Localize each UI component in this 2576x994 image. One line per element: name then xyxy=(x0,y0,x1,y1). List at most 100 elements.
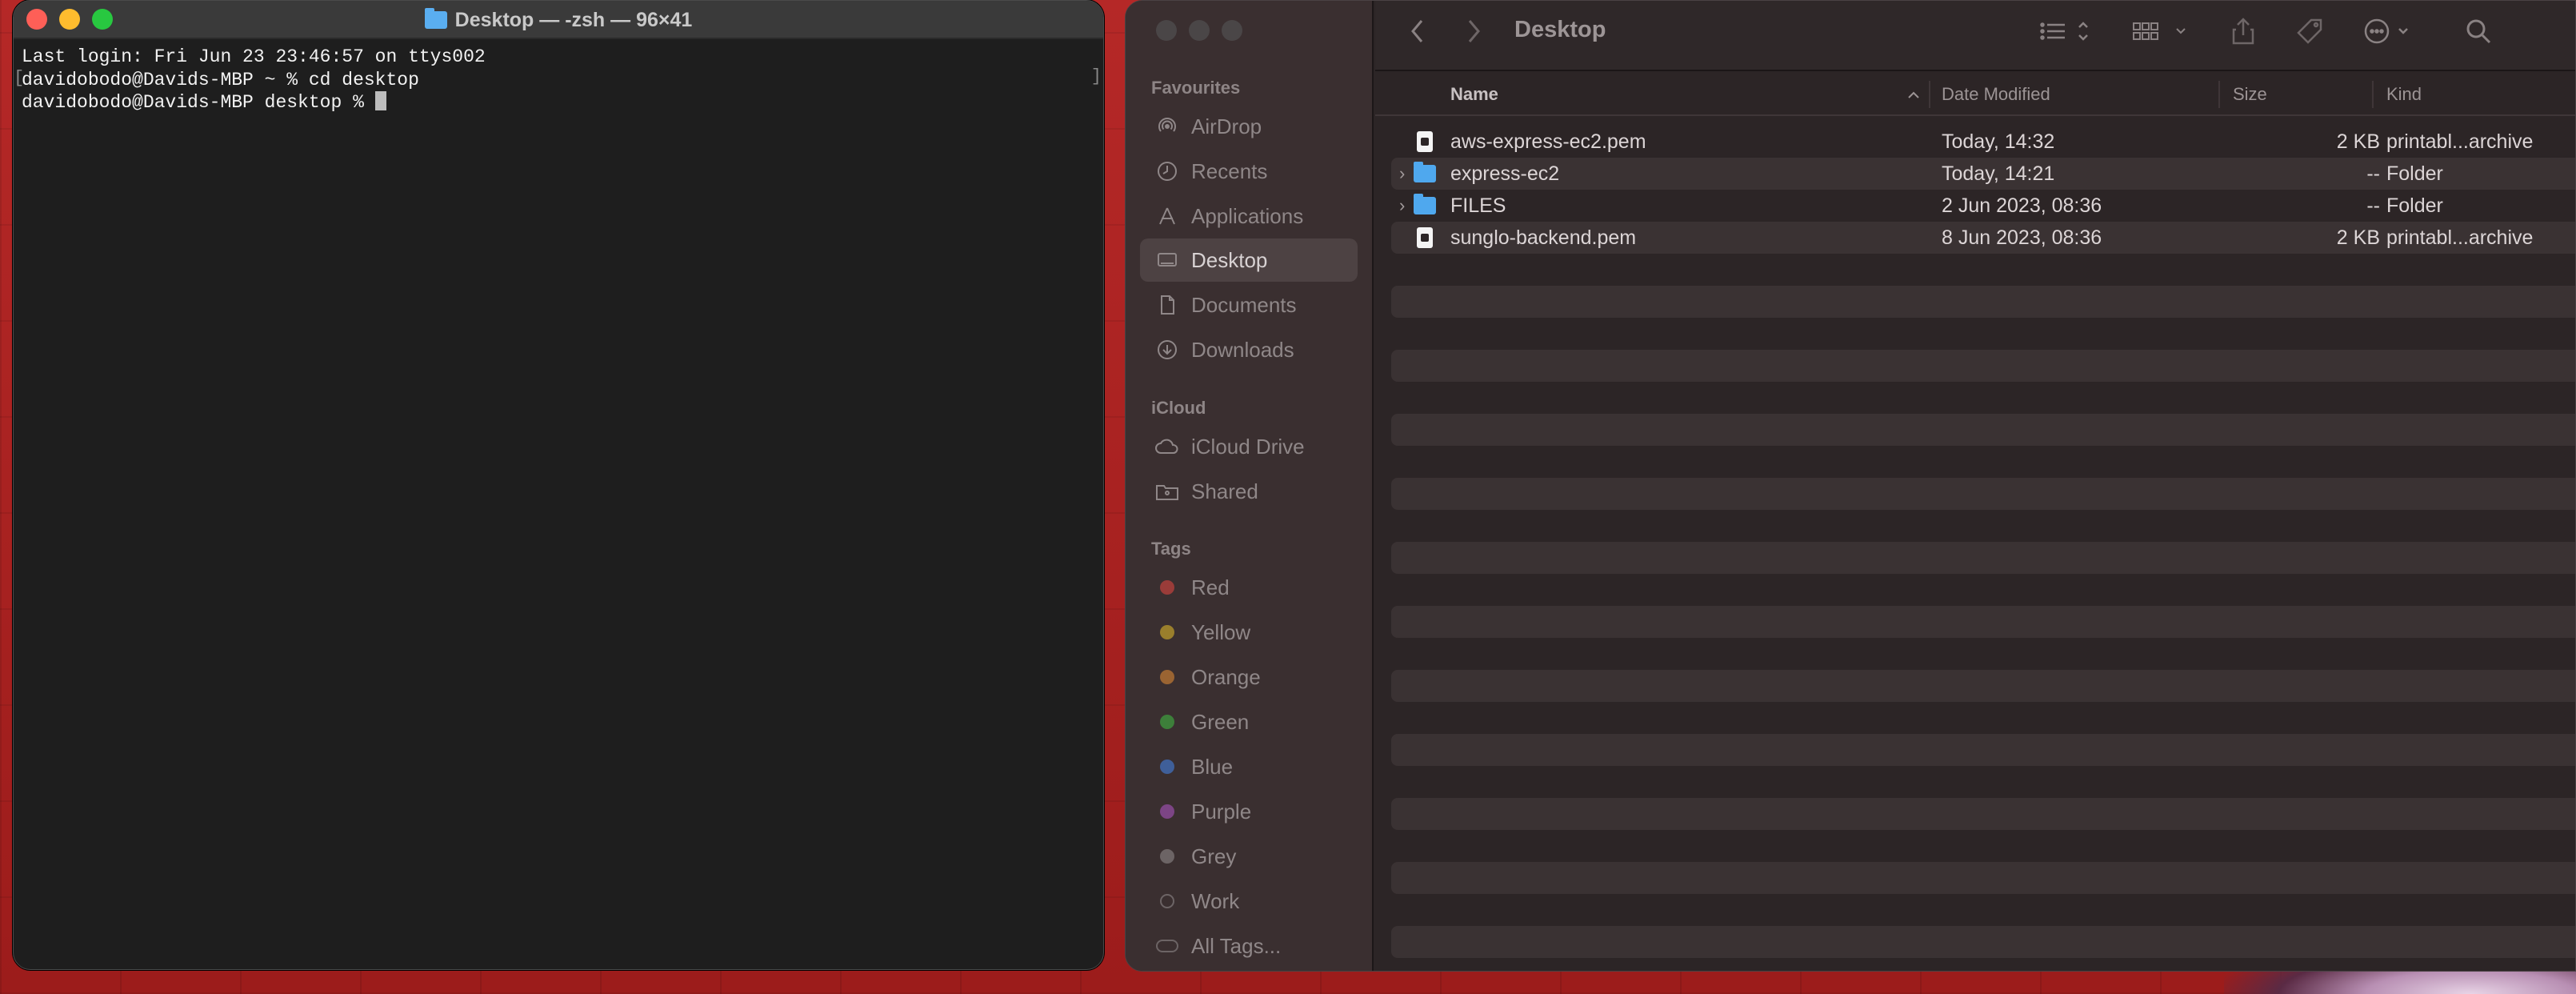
sidebar-item-tag-purple[interactable]: Purple xyxy=(1140,790,1358,833)
tag-dot-icon xyxy=(1160,580,1174,595)
sidebar-item-tag-grey[interactable]: Grey xyxy=(1140,835,1358,878)
group-button[interactable] xyxy=(2132,17,2193,46)
tag-dot-icon xyxy=(1160,804,1174,819)
desktop-icon xyxy=(1154,249,1180,271)
terminal-prompt-line[interactable]: davidobodo@Davids-MBP desktop % xyxy=(22,91,1095,114)
file-size: 2 KB xyxy=(2336,130,2380,153)
sidebar-item-label: All Tags... xyxy=(1191,933,1282,958)
terminal-window[interactable]: Desktop — -zsh — 96×41 [ ] Last login: F… xyxy=(13,0,1104,970)
sidebar-item-documents[interactable]: Documents xyxy=(1140,283,1358,327)
cloud-icon xyxy=(1154,435,1180,458)
grid-icon xyxy=(2133,22,2186,40)
shared-folder-icon xyxy=(1154,480,1180,503)
column-divider[interactable] xyxy=(1929,81,1930,108)
tag-dot-icon xyxy=(1160,715,1174,729)
row-stripe xyxy=(1391,798,2575,830)
file-size: 2 KB xyxy=(2336,226,2380,249)
sidebar-item-label: iCloud Drive xyxy=(1191,434,1305,459)
row-stripe xyxy=(1391,478,2575,510)
row-stripe xyxy=(1391,606,2575,638)
file-name: aws-express-ec2.pem xyxy=(1450,130,1646,153)
column-name[interactable]: Name xyxy=(1450,73,1498,116)
sidebar-item-tag-red[interactable]: Red xyxy=(1140,566,1358,609)
sidebar-item-downloads[interactable]: Downloads xyxy=(1140,328,1358,371)
sidebar-section-icloud: iCloud xyxy=(1151,398,1206,418)
back-button[interactable] xyxy=(1409,17,1426,46)
sidebar-section-tags: Tags xyxy=(1151,539,1191,559)
file-date: 8 Jun 2023, 08:36 xyxy=(1942,226,2102,249)
document-icon xyxy=(1154,294,1180,316)
share-button[interactable] xyxy=(2231,17,2255,46)
sort-ascending-icon[interactable] xyxy=(1906,73,1921,116)
file-kind: Folder xyxy=(2386,162,2443,185)
file-list: aws-express-ec2.pem Today, 14:32 2 KB pr… xyxy=(1375,118,2575,971)
tag-dot-icon xyxy=(1160,894,1174,908)
tag-dot-icon xyxy=(1160,849,1174,864)
folder-row[interactable]: › FILES 2 Jun 2023, 08:36 -- Folder xyxy=(1391,190,2575,222)
sidebar-item-tag-yellow[interactable]: Yellow xyxy=(1140,611,1358,654)
terminal-titlebar[interactable]: Desktop — -zsh — 96×41 xyxy=(14,1,1103,39)
sidebar-item-airdrop[interactable]: AirDrop xyxy=(1140,105,1358,148)
terminal-mark-bracket: ] xyxy=(1090,66,1102,86)
ellipsis-circle-icon xyxy=(2364,18,2408,44)
sidebar-item-applications[interactable]: Applications xyxy=(1140,194,1358,238)
terminal-mark-bracket: [ xyxy=(14,68,25,88)
sidebar-item-label: Desktop xyxy=(1191,247,1268,272)
file-name: express-ec2 xyxy=(1450,162,1560,185)
folder-row[interactable]: › express-ec2 Today, 14:21 -- Folder xyxy=(1391,158,2575,190)
sidebar-item-desktop[interactable]: Desktop xyxy=(1140,238,1358,282)
file-kind: Folder xyxy=(2386,194,2443,217)
window-title: Desktop xyxy=(1514,17,1606,42)
minimize-button[interactable] xyxy=(1189,20,1210,41)
list-view-icon xyxy=(2040,22,2088,41)
column-date-modified[interactable]: Date Modified xyxy=(1942,73,2050,116)
close-button[interactable] xyxy=(1156,20,1177,41)
all-tags-icon xyxy=(1154,935,1180,957)
finder-window[interactable]: Favourites AirDrop Recents Applications … xyxy=(1125,0,2576,972)
sidebar-item-tag-green[interactable]: Green xyxy=(1140,700,1358,743)
column-divider[interactable] xyxy=(2218,81,2220,108)
sidebar-item-shared[interactable]: Shared xyxy=(1140,470,1358,513)
folder-icon xyxy=(424,8,447,29)
row-stripe xyxy=(1391,350,2575,382)
file-icon xyxy=(1417,227,1433,248)
sidebar-item-icloud-drive[interactable]: iCloud Drive xyxy=(1140,425,1358,468)
search-button[interactable] xyxy=(2465,17,2492,46)
row-stripe xyxy=(1391,926,2575,958)
terminal-output[interactable]: Last login: Fri Jun 23 23:46:57 on ttys0… xyxy=(14,39,1103,114)
file-date: Today, 14:21 xyxy=(1942,162,2055,185)
sidebar-item-label: AirDrop xyxy=(1191,114,1262,138)
tag-icon xyxy=(2297,18,2322,44)
sidebar-item-all-tags[interactable]: All Tags... xyxy=(1140,924,1358,968)
sidebar-item-tag-blue[interactable]: Blue xyxy=(1140,745,1358,788)
more-actions-button[interactable] xyxy=(2362,17,2415,46)
disclosure-triangle-icon[interactable]: › xyxy=(1399,163,1405,184)
tag-button[interactable] xyxy=(2295,17,2324,46)
view-list-button[interactable] xyxy=(2039,17,2092,46)
disclosure-triangle-icon[interactable]: › xyxy=(1399,195,1405,216)
file-row[interactable]: aws-express-ec2.pem Today, 14:32 2 KB pr… xyxy=(1391,126,2575,158)
column-header: Name Date Modified Size Kind xyxy=(1375,73,2575,116)
forward-button[interactable] xyxy=(1465,17,1482,46)
zoom-button[interactable] xyxy=(1222,20,1242,41)
column-kind[interactable]: Kind xyxy=(2386,73,2422,116)
sidebar-item-recents[interactable]: Recents xyxy=(1140,150,1358,193)
file-size: -- xyxy=(2366,162,2380,185)
column-size[interactable]: Size xyxy=(2233,73,2267,116)
sidebar-item-label: Orange xyxy=(1191,664,1261,689)
column-divider[interactable] xyxy=(2372,81,2374,108)
sidebar-item-label: Recents xyxy=(1191,158,1268,183)
text-cursor xyxy=(374,91,386,110)
sidebar-item-label: Applications xyxy=(1191,203,1304,228)
file-name: FILES xyxy=(1450,194,1506,217)
sidebar-section-favourites: Favourites xyxy=(1151,78,1241,98)
file-row[interactable]: sunglo-backend.pem 8 Jun 2023, 08:36 2 K… xyxy=(1391,222,2575,254)
row-stripe xyxy=(1391,286,2575,318)
sidebar-item-tag-orange[interactable]: Orange xyxy=(1140,655,1358,699)
finder-sidebar: Favourites AirDrop Recents Applications … xyxy=(1126,1,1374,971)
row-stripe xyxy=(1391,670,2575,702)
sidebar-item-tag-work[interactable]: Work xyxy=(1140,880,1358,923)
file-size: -- xyxy=(2366,194,2380,217)
terminal-line: davidobodo@Davids-MBP ~ % cd desktop xyxy=(22,69,419,90)
sidebar-item-label: Work xyxy=(1191,888,1240,913)
